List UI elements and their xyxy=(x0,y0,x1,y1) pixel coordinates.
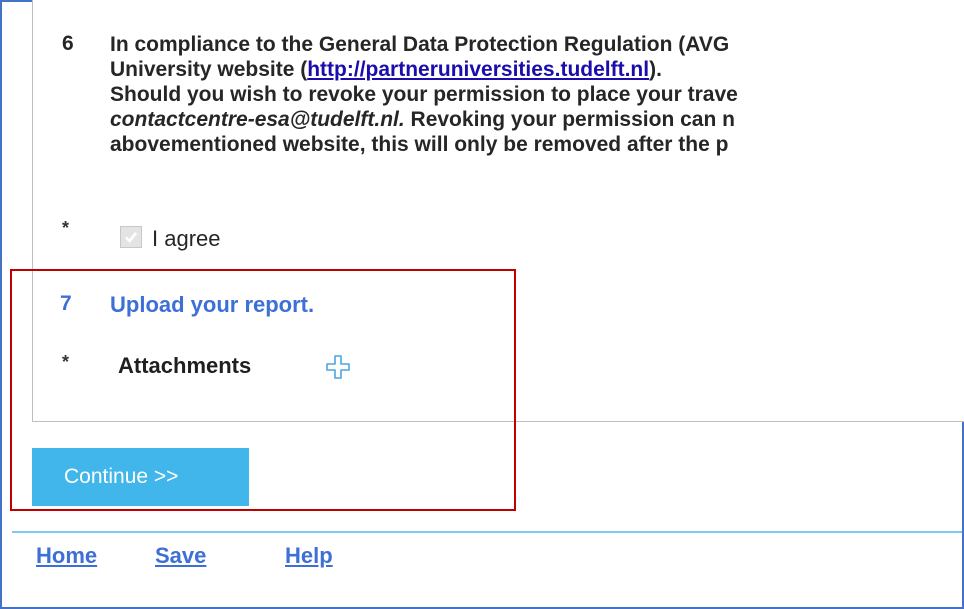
footer-divider xyxy=(12,531,962,533)
question-6-line-1: In compliance to the General Data Protec… xyxy=(110,33,730,56)
agree-label: I agree xyxy=(152,226,221,251)
agree-checkbox[interactable] xyxy=(120,226,142,248)
footer-home-link[interactable]: Home xyxy=(36,543,97,569)
plus-icon[interactable] xyxy=(325,354,351,380)
question-7-number: 7 xyxy=(60,292,72,315)
question-6-line-3: Should you wish to revoke your permissio… xyxy=(110,83,738,106)
question-6-line-2: University website (http://partneruniver… xyxy=(110,58,662,81)
question-6-number: 6 xyxy=(62,32,74,55)
attachments-required-marker: * xyxy=(62,352,70,372)
question-6-text: In compliance to the General Data Protec… xyxy=(110,32,964,157)
footer-save-link[interactable]: Save xyxy=(155,543,206,569)
checkmark-icon xyxy=(125,232,138,243)
contact-email: contactcentre-esa@tudelft.nl. xyxy=(110,108,405,131)
question-6-line-5: abovementioned website, this will only b… xyxy=(110,133,729,156)
partner-universities-link[interactable]: http://partneruniversities.tudelft.nl xyxy=(307,58,649,81)
continue-button[interactable]: Continue >> xyxy=(32,448,249,506)
footer-help-link[interactable]: Help xyxy=(285,543,333,569)
question-6-line-4: contactcentre-esa@tudelft.nl. Revoking y… xyxy=(110,108,735,131)
agree-required-marker: * xyxy=(62,218,70,238)
question-7-text: Upload your report. xyxy=(110,292,315,317)
attachments-label: Attachments xyxy=(118,353,252,378)
